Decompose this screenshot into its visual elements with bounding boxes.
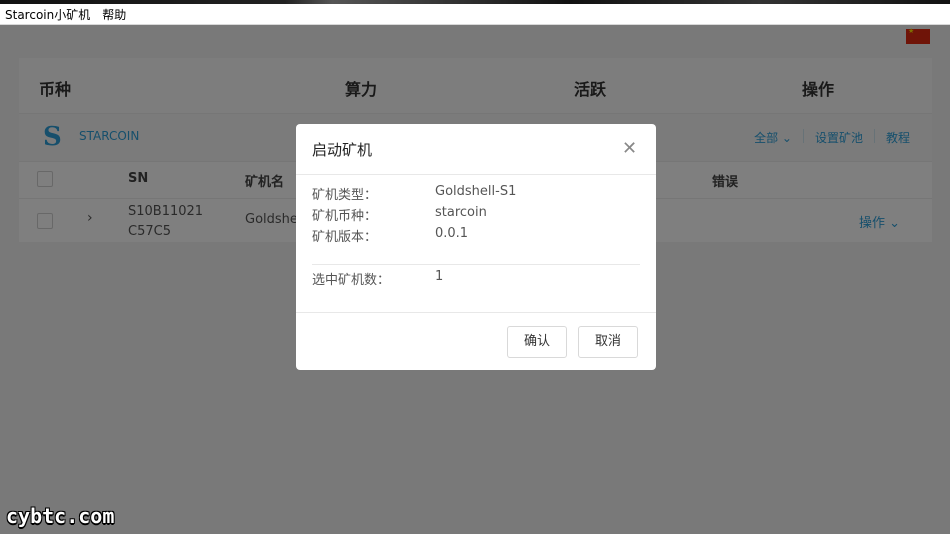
dialog-footer: 确认 取消 [296, 312, 656, 371]
menu-bar: Starcoin小矿机 帮助 [0, 4, 950, 25]
app-body: 币种 算力 活跃 操作 S STARCOIN 全部 ⌄ 设置矿池 教程 SN 矿… [0, 25, 950, 534]
divider [312, 264, 640, 265]
cancel-button[interactable]: 取消 [578, 326, 638, 358]
dialog-header: 启动矿机 ✕ [296, 124, 656, 175]
dialog-title: 启动矿机 [312, 141, 373, 159]
menu-help[interactable]: 帮助 [102, 6, 126, 23]
field-coin: 矿机币种： starcoin [312, 205, 487, 224]
confirm-button[interactable]: 确认 [507, 326, 567, 358]
field-type: 矿机类型： Goldshell-S1 [312, 184, 517, 203]
field-selected-count: 选中矿机数： 1 [312, 269, 444, 288]
menu-app[interactable]: Starcoin小矿机 [5, 6, 90, 23]
field-version: 矿机版本： 0.0.1 [312, 226, 469, 245]
close-icon[interactable]: ✕ [622, 138, 637, 159]
start-miner-dialog: 启动矿机 ✕ 矿机类型： Goldshell-S1 矿机币种： starcoin… [296, 124, 656, 370]
watermark: cybtc.com [6, 504, 115, 528]
